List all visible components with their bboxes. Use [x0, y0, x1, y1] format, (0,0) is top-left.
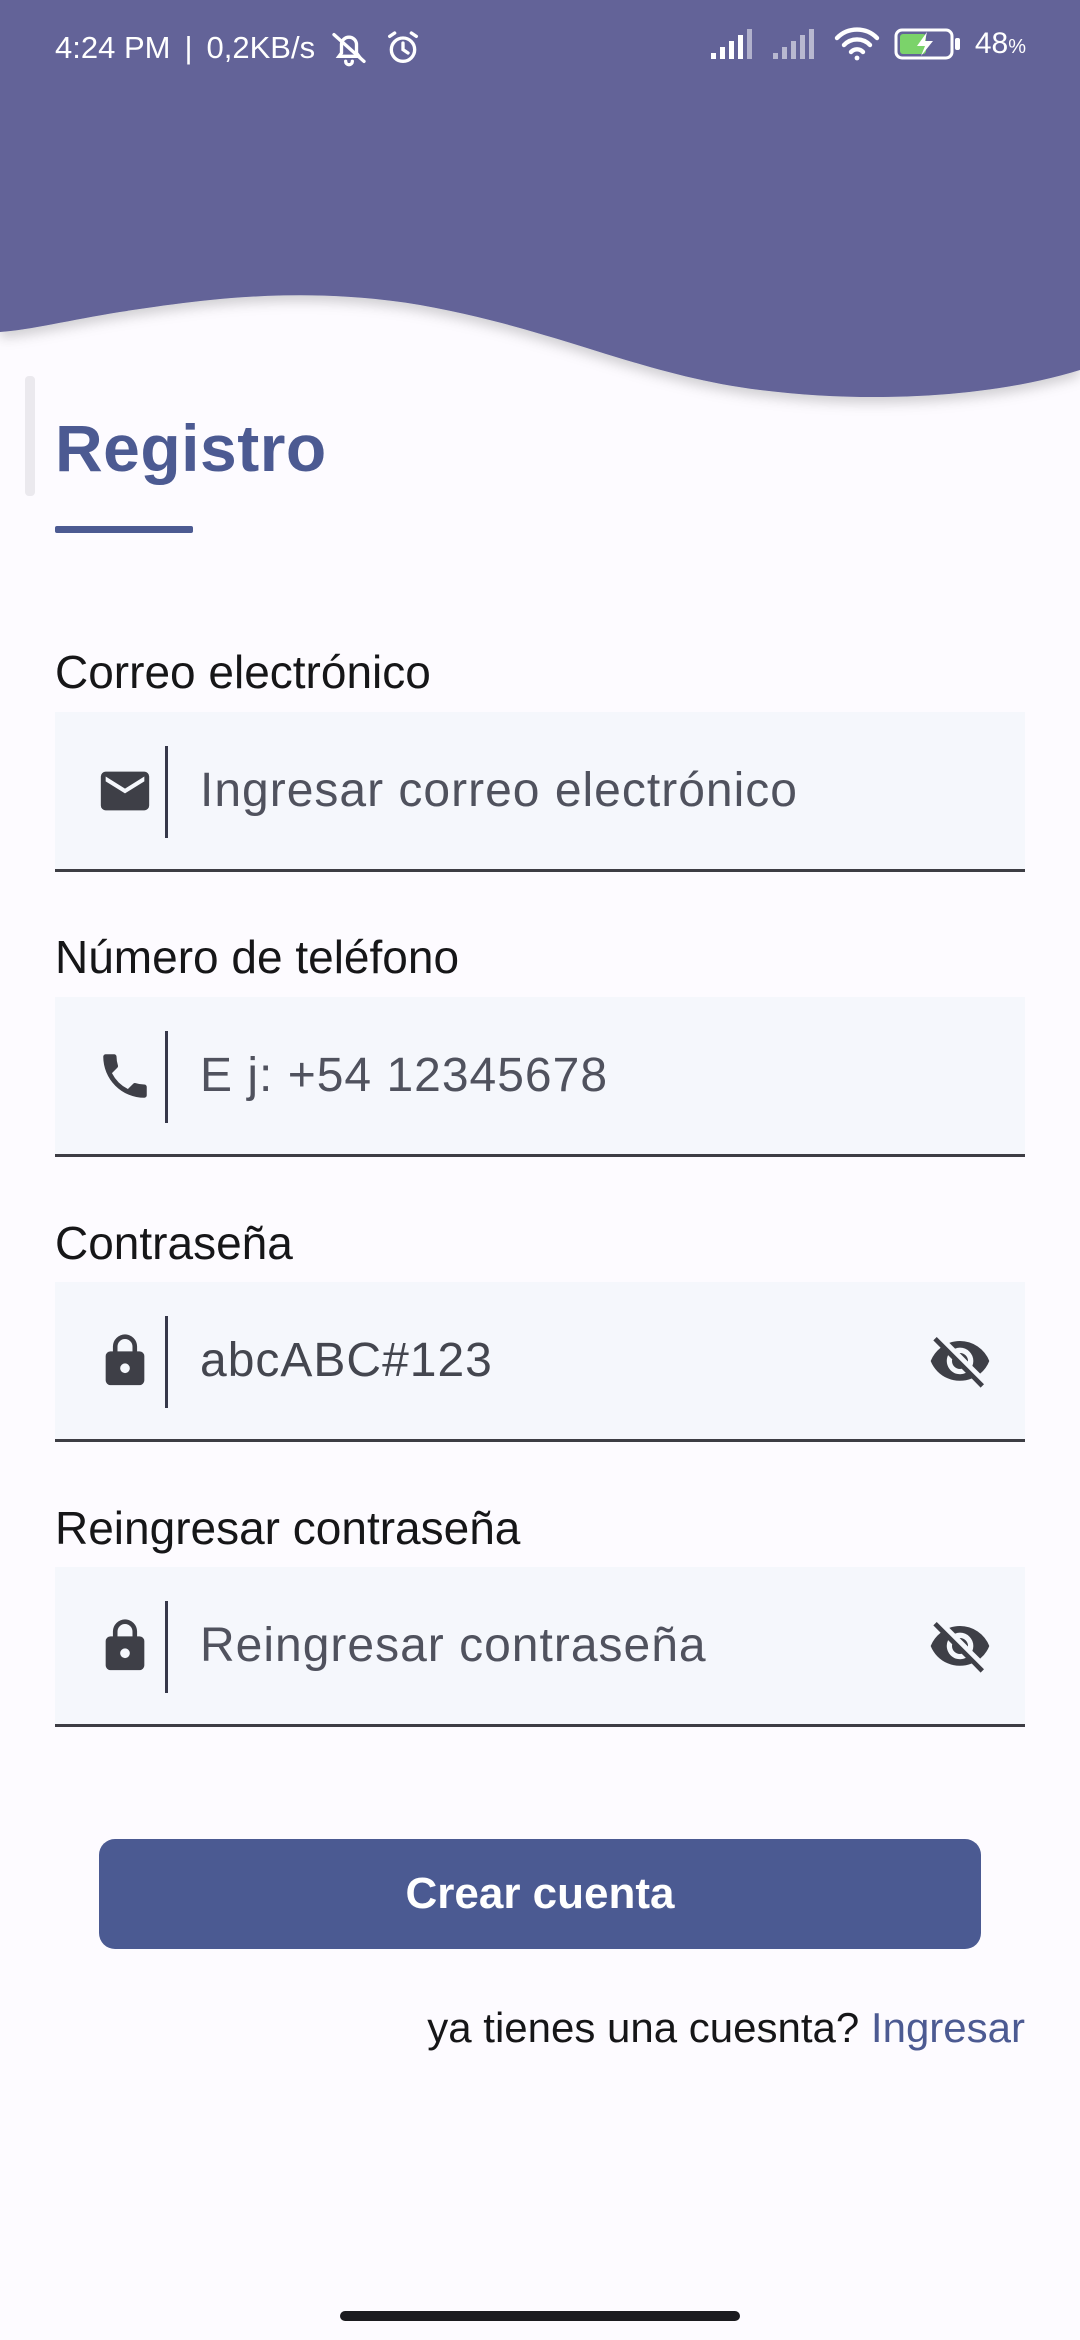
phone-icon [93, 1044, 157, 1108]
create-account-button[interactable]: Crear cuenta [99, 1839, 981, 1949]
wifi-icon [833, 26, 881, 62]
status-separator: | [184, 30, 193, 65]
confirm-password-field[interactable] [55, 1567, 1025, 1727]
status-network-speed: 0,2KB/s [206, 30, 316, 65]
side-accent [25, 376, 35, 496]
phone-field[interactable] [55, 997, 1025, 1157]
confirm-password-input[interactable] [200, 1567, 860, 1724]
phone-input[interactable] [200, 997, 860, 1154]
login-prompt-row: ya tienes una cuesnta? Ingresar [427, 2004, 1025, 2052]
status-right: 48% [709, 26, 1026, 62]
notifications-off-icon [329, 28, 369, 68]
login-link[interactable]: Ingresar [871, 2004, 1025, 2051]
home-indicator[interactable] [340, 2311, 740, 2321]
field-divider [165, 1601, 168, 1693]
mail-icon [93, 759, 157, 823]
email-input[interactable] [200, 712, 860, 869]
field-divider [165, 746, 168, 838]
signal-icon [709, 27, 759, 61]
page-title: Registro [55, 411, 327, 485]
alarm-icon [383, 28, 423, 68]
title-underline [55, 526, 193, 533]
password-input[interactable] [200, 1282, 860, 1439]
password-field[interactable] [55, 1282, 1025, 1442]
field-divider [165, 1031, 168, 1123]
battery-charging-icon [893, 26, 963, 62]
visibility-off-icon[interactable] [925, 1326, 995, 1396]
confirm-password-label: Reingresar contraseña [55, 1502, 521, 1554]
phone-label: Número de teléfono [55, 931, 460, 983]
status-left: 4:24 PM | 0,2KB/s [55, 28, 423, 68]
login-prompt-text: ya tienes una cuesnta? [427, 2004, 860, 2051]
password-label: Contraseña [55, 1217, 293, 1269]
visibility-off-icon[interactable] [925, 1611, 995, 1681]
email-field[interactable] [55, 712, 1025, 872]
status-time: 4:24 PM [55, 30, 171, 65]
lock-icon [93, 1614, 157, 1678]
battery-percentage: 48% [974, 27, 1026, 60]
email-label: Correo electrónico [55, 646, 431, 698]
lock-icon [93, 1329, 157, 1393]
signal-icon [771, 27, 821, 61]
status-bar: 4:24 PM | 0,2KB/s 48% [0, 0, 1080, 96]
field-divider [165, 1316, 168, 1408]
